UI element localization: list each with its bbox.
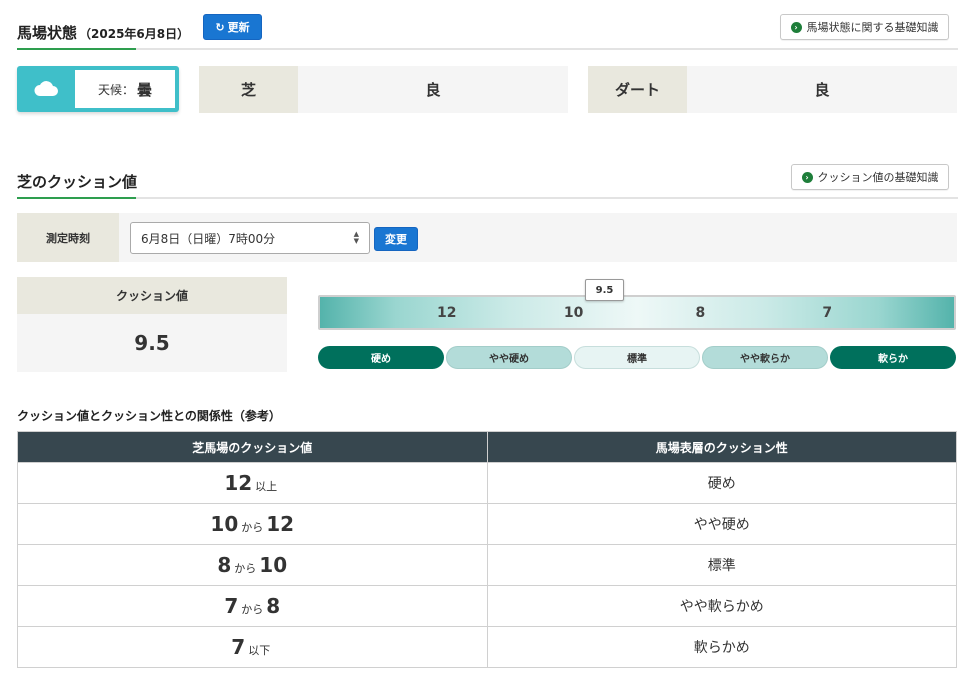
category-pill-slightly-soft: やや軟らか (702, 346, 828, 369)
table-cell-range: 12 以上 (17, 462, 488, 504)
table-row: 12 以上 硬め (17, 462, 957, 504)
refresh-button[interactable]: ↻ 更新 (203, 14, 262, 40)
table-cell-desc: 硬め (486, 462, 957, 504)
table-cell-desc: 標準 (486, 544, 957, 586)
gauge-tick: 7 (822, 305, 833, 321)
table-cell-desc: やや硬め (486, 503, 957, 545)
cushion-value: 9.5 (17, 314, 287, 372)
gauge-marker: 9.5 (585, 279, 624, 301)
table-header-cushion-property: 馬場表層のクッション性 (486, 431, 957, 463)
table-cell-desc: やや軟らかめ (486, 585, 957, 627)
dirt-condition: 良 (687, 66, 957, 113)
table-header-row: 芝馬場のクッション値 馬場表層のクッション性 (17, 431, 957, 463)
table-cell-range: 8 から 10 (17, 544, 488, 586)
title-underline (17, 197, 136, 199)
select-arrows-icon: ▲ ▼ (353, 230, 359, 245)
cushion-knowledge-button[interactable]: › クッション値の基礎知識 (791, 164, 949, 190)
category-pill-standard: 標準 (574, 346, 700, 369)
title-underline (17, 48, 136, 50)
cushion-gauge: 12 10 8 7 (318, 295, 956, 330)
weather-text: 天候：曇 (75, 70, 175, 108)
measure-time-label: 測定時刻 (17, 213, 119, 262)
track-knowledge-button[interactable]: › 馬場状態に関する基礎知識 (780, 14, 949, 40)
measure-time-bar: 測定時刻 6月8日（日曜）7時00分 ▲ ▼ 変更 (17, 213, 957, 262)
refresh-icon: ↻ (215, 20, 225, 34)
chevron-right-icon: › (790, 21, 802, 33)
measure-time-select[interactable]: 6月8日（日曜）7時00分 ▲ ▼ (130, 222, 370, 254)
table-cell-desc: 軟らかめ (486, 626, 957, 668)
category-pill-slightly-hard: やや硬め (446, 346, 572, 369)
cushion-value-card: クッション値 9.5 (17, 277, 287, 372)
turf-condition: 良 (298, 66, 568, 113)
table-row: 7 から 8 やや軟らかめ (17, 585, 957, 627)
cushion-title: 芝のクッション値 (17, 173, 138, 191)
cushion-value-header: クッション値 (17, 277, 287, 314)
table-row: 10 から 12 やや硬め (17, 503, 957, 545)
weather-value: 曇 (137, 80, 153, 99)
table-row: 7 以下 軟らかめ (17, 626, 957, 668)
dirt-label: ダート (588, 66, 687, 113)
change-button[interactable]: 変更 (374, 227, 418, 251)
track-status-title: 馬場状態 （2025年6月8日） (17, 24, 190, 42)
gauge-tick: 12 (437, 305, 457, 321)
table-header-cushion-value: 芝馬場のクッション値 (17, 431, 488, 463)
relation-title: クッション値とクッション性との関係性（参考） (17, 409, 281, 423)
category-pill-hard: 硬め (318, 346, 444, 369)
table-cell-range: 10 から 12 (17, 503, 488, 545)
gauge-tick: 8 (695, 305, 706, 321)
relation-table: 芝馬場のクッション値 馬場表層のクッション性 12 以上 硬め 10 から 12 やや… (17, 431, 957, 668)
chevron-right-icon: › (801, 171, 813, 183)
table-cell-range: 7 から 8 (17, 585, 488, 627)
track-status-date: （2025年6月8日） (79, 27, 190, 41)
table-cell-range: 7 以下 (17, 626, 488, 668)
cloud-icon (34, 81, 58, 96)
table-row: 8 から 10 標準 (17, 544, 957, 586)
weather-panel: 天候：曇 (17, 66, 179, 112)
gauge-tick: 10 (563, 305, 584, 321)
turf-label: 芝 (199, 66, 298, 113)
category-pill-soft: 軟らか (830, 346, 956, 369)
